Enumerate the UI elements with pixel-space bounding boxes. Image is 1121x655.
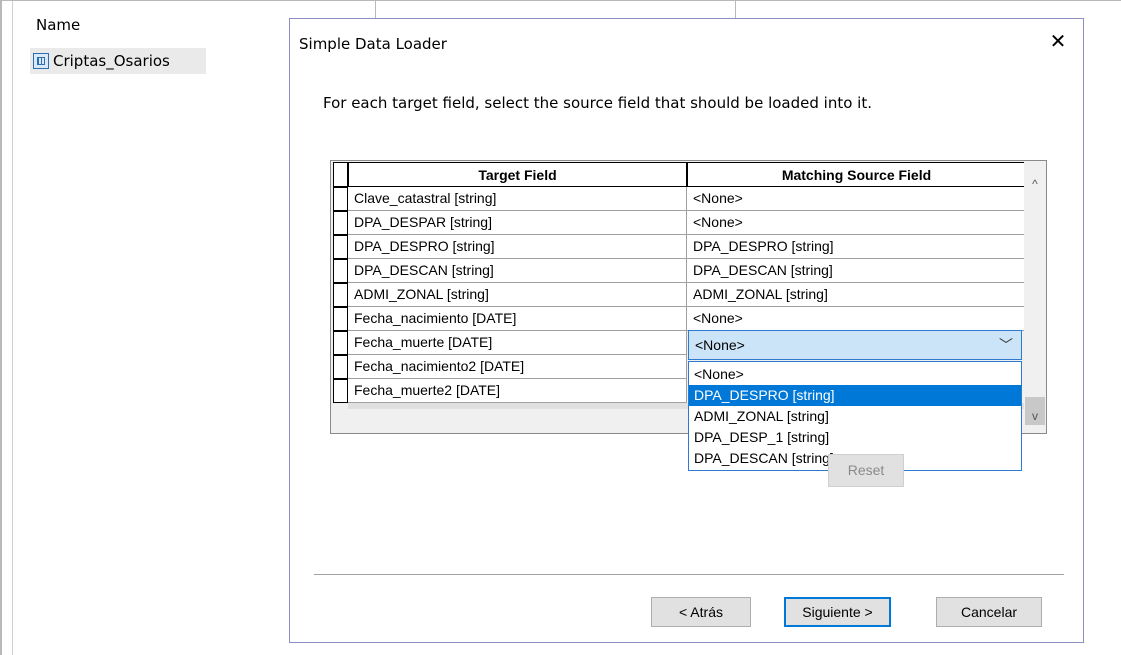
row-header[interactable]	[333, 187, 348, 211]
target-field-cell[interactable]: Clave_catastral [string]	[348, 187, 687, 211]
target-field-cell[interactable]: DPA_DESPRO [string]	[348, 235, 687, 259]
dropdown-option[interactable]: DPA_DESPRO [string]	[689, 385, 1021, 406]
close-button[interactable]: ✕	[1041, 25, 1075, 59]
source-field-cell[interactable]: <None>	[687, 211, 1026, 235]
source-field-header[interactable]: Matching Source Field	[687, 162, 1026, 187]
feature-class-icon	[33, 53, 49, 69]
target-field-cell[interactable]: Fecha_nacimiento [DATE]	[348, 307, 687, 331]
divider	[314, 574, 1064, 575]
combo-value: <None>	[695, 337, 745, 353]
row-header[interactable]	[333, 283, 348, 307]
row-header[interactable]	[333, 355, 348, 379]
source-field-cell[interactable]: ADMI_ZONAL [string]	[687, 283, 1026, 307]
back-button[interactable]: < Atrás	[651, 597, 751, 627]
column-divider-2[interactable]	[735, 0, 736, 20]
list-item-label: Criptas_Osarios	[53, 52, 170, 70]
list-item-criptas-osarios[interactable]: Criptas_Osarios	[30, 48, 206, 74]
scroll-down-icon[interactable]: v	[1024, 407, 1046, 425]
dropdown-option[interactable]: ADMI_ZONAL [string]	[689, 406, 1021, 427]
source-field-cell[interactable]: <None>	[687, 187, 1026, 211]
dropdown-option[interactable]: <None>	[689, 364, 1021, 385]
column-divider[interactable]	[375, 0, 376, 20]
simple-data-loader-dialog: Simple Data Loader ✕ For each target fie…	[289, 18, 1084, 643]
target-field-cell[interactable]: Fecha_muerte2 [DATE]	[348, 379, 687, 403]
target-field-cell[interactable]: ADMI_ZONAL [string]	[348, 283, 687, 307]
source-field-cell[interactable]: DPA_DESPRO [string]	[687, 235, 1026, 259]
target-field-cell[interactable]: Fecha_nacimiento2 [DATE]	[348, 355, 687, 379]
source-field-cell[interactable]: DPA_DESCAN [string]	[687, 259, 1026, 283]
row-header[interactable]	[333, 331, 348, 355]
vertical-scrollbar[interactable]: ^ v	[1024, 161, 1046, 433]
row-header[interactable]	[333, 235, 348, 259]
pane-inner-border	[12, 0, 13, 655]
scroll-up-icon[interactable]: ^	[1024, 175, 1046, 193]
source-field-cell[interactable]: <None>	[687, 307, 1026, 331]
instruction-text: For each target field, select the source…	[323, 94, 872, 112]
grid-corner-header	[333, 162, 348, 187]
target-field-cell[interactable]: DPA_DESCAN [string]	[348, 259, 687, 283]
pane-left-border	[0, 0, 2, 655]
source-field-combo[interactable]: <None> ﹀	[688, 330, 1022, 360]
row-header[interactable]	[333, 211, 348, 235]
dialog-title: Simple Data Loader	[299, 35, 447, 53]
row-header[interactable]	[333, 379, 348, 403]
target-field-cell[interactable]: Fecha_muerte [DATE]	[348, 331, 687, 355]
cancel-button[interactable]: Cancelar	[936, 597, 1042, 627]
target-field-header[interactable]: Target Field	[348, 162, 687, 187]
row-header[interactable]	[333, 259, 348, 283]
target-field-cell[interactable]: DPA_DESPAR [string]	[348, 211, 687, 235]
name-column-header[interactable]: Name	[36, 16, 80, 34]
row-header[interactable]	[333, 307, 348, 331]
chevron-down-icon[interactable]: ﹀	[999, 331, 1013, 359]
pane-top-border	[0, 0, 1121, 1]
dropdown-option[interactable]: DPA_DESP_1 [string]	[689, 427, 1021, 448]
next-button[interactable]: Siguiente >	[784, 597, 891, 627]
reset-button[interactable]: Reset	[828, 454, 904, 487]
